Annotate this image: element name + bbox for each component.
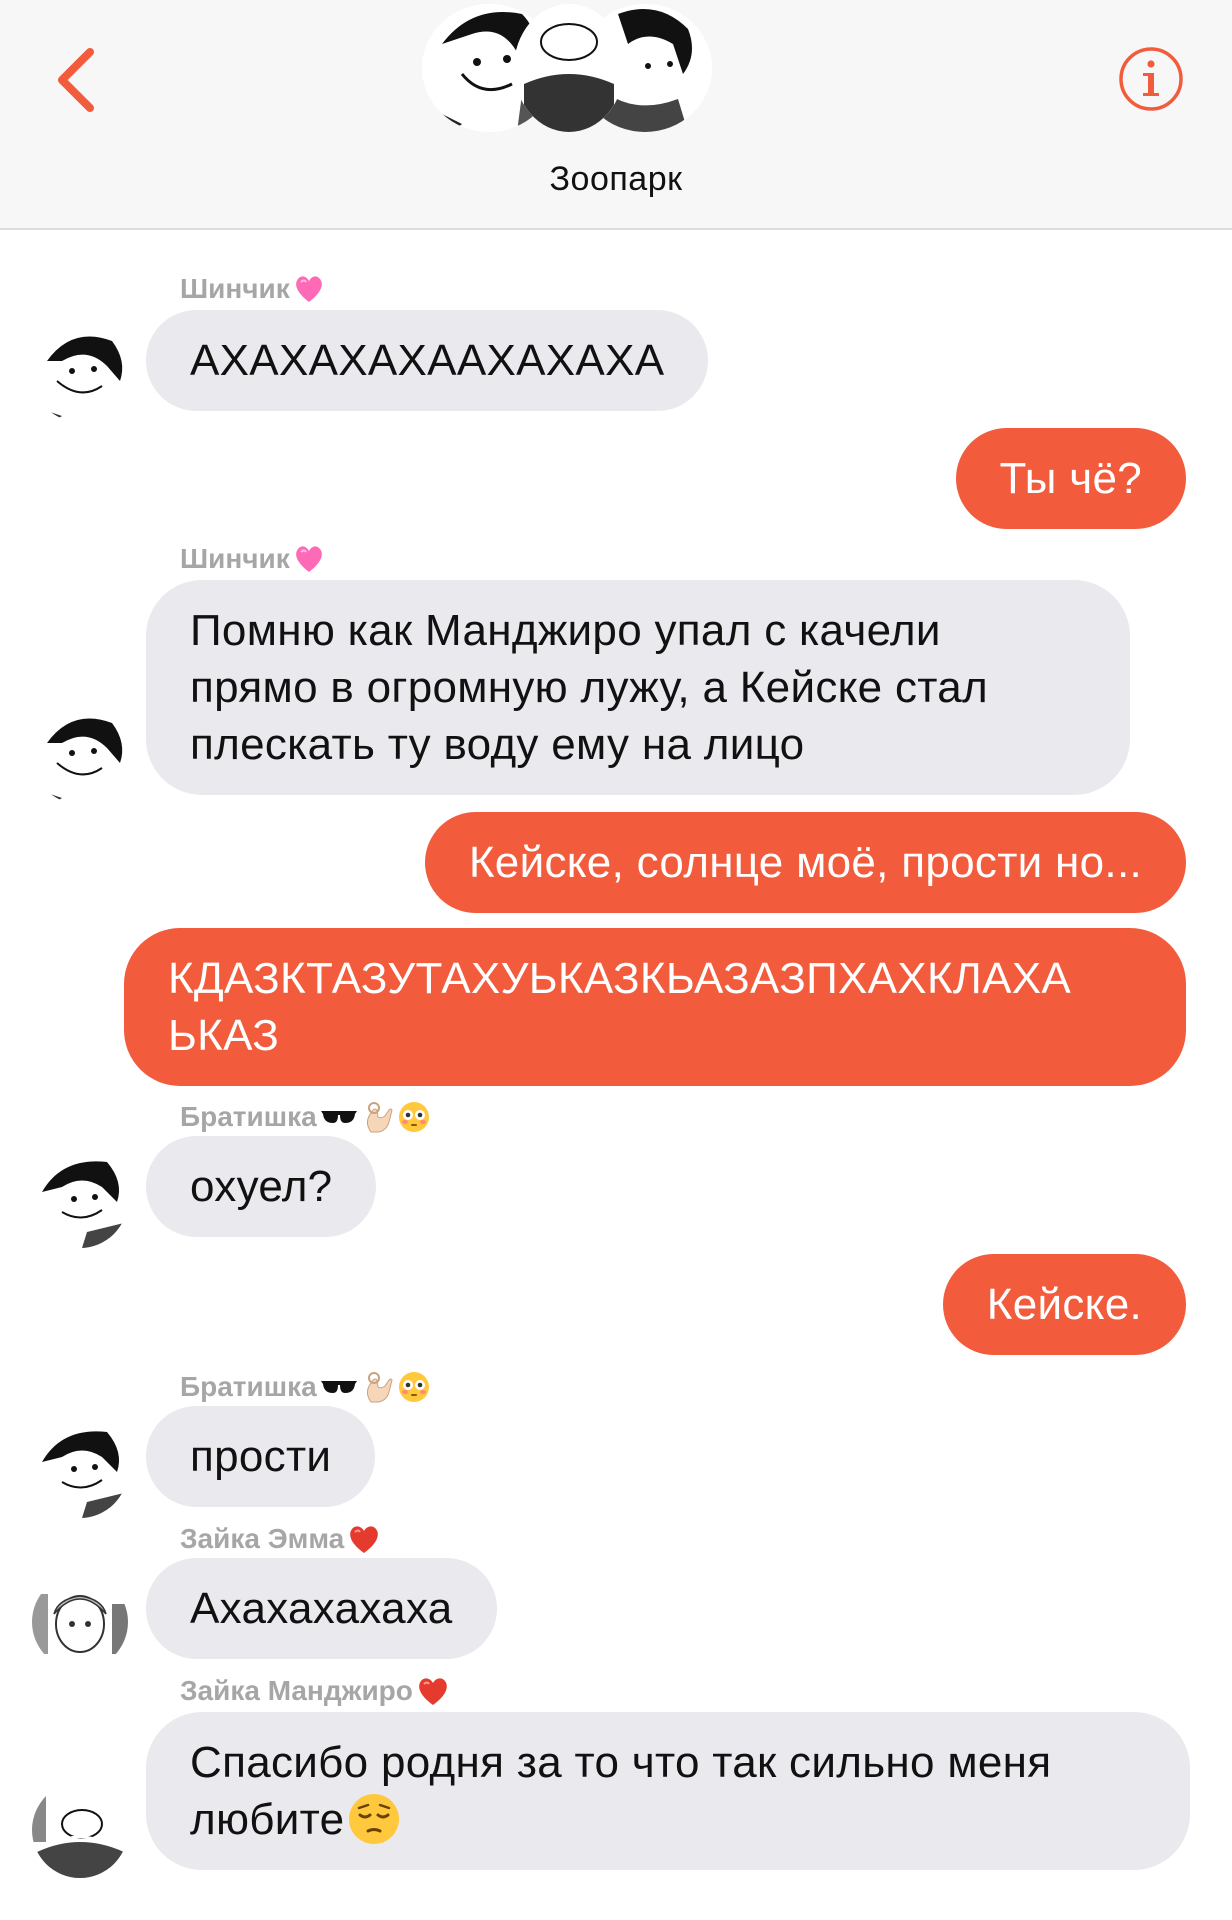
- sender-name-text: Братишка: [180, 1371, 317, 1402]
- sunglasses-emoji: [320, 1111, 357, 1123]
- pink-heart-emoji: [295, 276, 322, 302]
- sender-avatar[interactable]: [32, 1422, 128, 1518]
- message-text: Ты чё?: [999, 454, 1142, 503]
- message-bubble-outgoing[interactable]: Ты чё?: [955, 428, 1186, 529]
- info-circle-icon: [1119, 47, 1183, 111]
- message-text-line: любите: [190, 1791, 1146, 1848]
- message-text-line: плескать ту воду ему на лицо: [190, 720, 805, 769]
- sender-name: Шинчик: [180, 542, 326, 576]
- message-text-line: КДАЗКТАЗУТАХУЬКАЗКЬАЗАЗПХАХКЛАХА: [168, 954, 1072, 1003]
- sender-avatar[interactable]: [32, 1152, 128, 1248]
- message-text: Ахахахахаха: [190, 1584, 453, 1633]
- ok-hand-emoji: [366, 1102, 393, 1133]
- group-avatar[interactable]: [422, 4, 712, 132]
- message-bubble-incoming[interactable]: Помню как Манджиро упал с качели прямо в…: [146, 580, 1130, 795]
- message-text: АХАХАХАХААХАХАХА: [190, 336, 665, 385]
- message-text: охуел?: [190, 1162, 333, 1211]
- flushed-face-emoji: [398, 1372, 429, 1402]
- sender-name-text: Шинчик: [180, 273, 290, 304]
- chat-header: Зоопарк: [0, 0, 1232, 230]
- message-bubble-outgoing[interactable]: Кейске.: [942, 1254, 1186, 1355]
- sender-avatar[interactable]: [32, 708, 128, 804]
- sender-name: Братишка: [180, 1370, 431, 1404]
- sender-name-text: Зайка Эмма: [180, 1523, 345, 1554]
- sender-avatar[interactable]: [32, 326, 128, 422]
- pink-heart-emoji: [295, 546, 322, 572]
- sender-name-text: Шинчик: [180, 543, 290, 574]
- sender-avatar[interactable]: [32, 1574, 128, 1670]
- message-text-line: Спасибо родня за то что так сильно меня: [190, 1738, 1052, 1787]
- message-text-line: Помню как Манджиро упал с качели: [190, 606, 941, 655]
- message-text-line: прямо в огромную лужу, а Кейске стал: [190, 663, 988, 712]
- message-bubble-outgoing[interactable]: Кейске, солнце моё, прости но...: [424, 812, 1186, 913]
- red-heart-emoji: [419, 1678, 447, 1705]
- ok-hand-emoji: [366, 1372, 393, 1403]
- message-text-line-text: любите: [190, 1795, 345, 1844]
- flushed-face-emoji: [398, 1102, 429, 1132]
- message-text: прости: [190, 1432, 332, 1481]
- sender-name: Зайка Манджиро: [180, 1674, 451, 1708]
- sender-name: Братишка: [180, 1100, 431, 1134]
- back-button[interactable]: [48, 40, 118, 120]
- pensive-face-emoji: [349, 1794, 400, 1845]
- info-button[interactable]: [1118, 46, 1184, 112]
- message-bubble-incoming[interactable]: Спасибо родня за то что так сильно меня …: [146, 1712, 1190, 1870]
- message-bubble-incoming[interactable]: прости: [146, 1406, 376, 1507]
- message-bubble-outgoing[interactable]: КДАЗКТАЗУТАХУЬКАЗКЬАЗАЗПХАХКЛАХА ЬКАЗ: [124, 928, 1186, 1086]
- chat-screen: Зоопарк Шинчик АХАХАХАХААХАХАХА Ты чё? Ш…: [0, 0, 1232, 1920]
- message-text-line: ЬКАЗ: [168, 1011, 280, 1060]
- sender-name-text: Зайка Манджиро: [180, 1675, 413, 1706]
- sunglasses-emoji: [320, 1381, 357, 1393]
- chat-title: Зоопарк: [549, 160, 683, 198]
- red-heart-emoji: [350, 1526, 379, 1553]
- message-text: Кейске.: [986, 1280, 1142, 1329]
- chevron-left-icon: [58, 48, 94, 112]
- sender-name: Шинчик: [180, 272, 326, 306]
- sender-avatar[interactable]: [32, 1782, 128, 1878]
- sender-name-text: Братишка: [180, 1101, 317, 1132]
- message-bubble-incoming[interactable]: Ахахахахаха: [146, 1558, 497, 1659]
- message-bubble-incoming[interactable]: охуел?: [146, 1136, 377, 1237]
- group-member-avatar: [514, 4, 624, 132]
- sender-name: Зайка Эмма: [180, 1522, 382, 1556]
- message-text: Кейске, солнце моё, прости но...: [468, 838, 1142, 887]
- message-bubble-incoming[interactable]: АХАХАХАХААХАХАХА: [146, 310, 709, 411]
